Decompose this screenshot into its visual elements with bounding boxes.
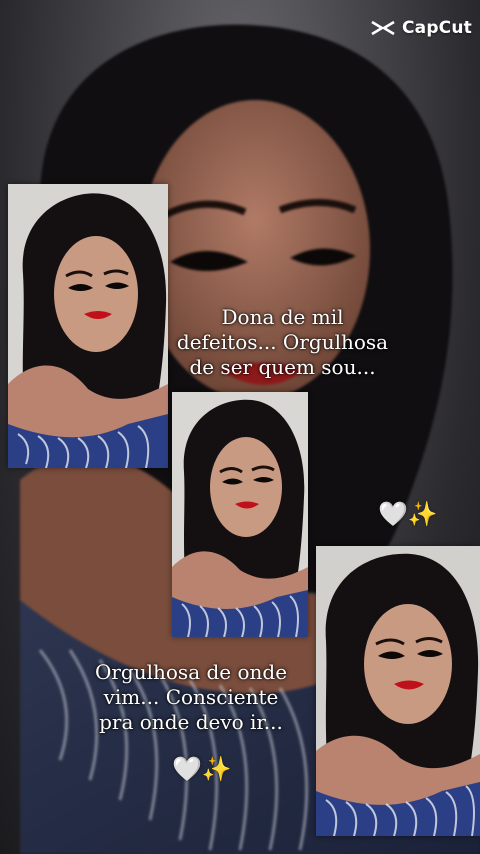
white-heart-icon: 🤍 xyxy=(378,500,408,528)
caption-bottom: Orgulhosa de onde vim... Consciente pra … xyxy=(80,660,302,735)
capcut-watermark: CapCut xyxy=(370,18,472,38)
caption-top: Dona de mil defeitos... Orgulhosa de ser… xyxy=(170,305,395,380)
white-heart-icon: 🤍 xyxy=(172,755,202,783)
caption-bottom-line-2: vim... Consciente xyxy=(103,685,279,709)
sparkles-icon: ✨ xyxy=(407,500,438,528)
caption-bottom-line-1: Orgulhosa de onde xyxy=(94,660,288,684)
emoji-group-top: 🤍✨ xyxy=(378,502,438,526)
brand-name: CapCut xyxy=(401,18,472,38)
photo-bottom-right xyxy=(316,546,480,836)
sparkles-icon: ✨ xyxy=(201,755,232,783)
emoji-group-bottom: 🤍✨ xyxy=(172,757,232,781)
caption-bottom-line-3: pra onde devo ir... xyxy=(99,710,283,734)
video-frame: CapCut Dona de mil defeitos... Orgulhosa… xyxy=(0,0,480,854)
caption-top-line-2: defeitos... Orgulhosa xyxy=(176,330,389,354)
photo-middle xyxy=(172,392,308,637)
photo-top-left xyxy=(8,184,168,468)
capcut-logo-icon xyxy=(371,20,395,36)
caption-top-line-1: Dona de mil xyxy=(221,305,344,329)
caption-top-line-3: de ser quem sou... xyxy=(189,355,376,379)
